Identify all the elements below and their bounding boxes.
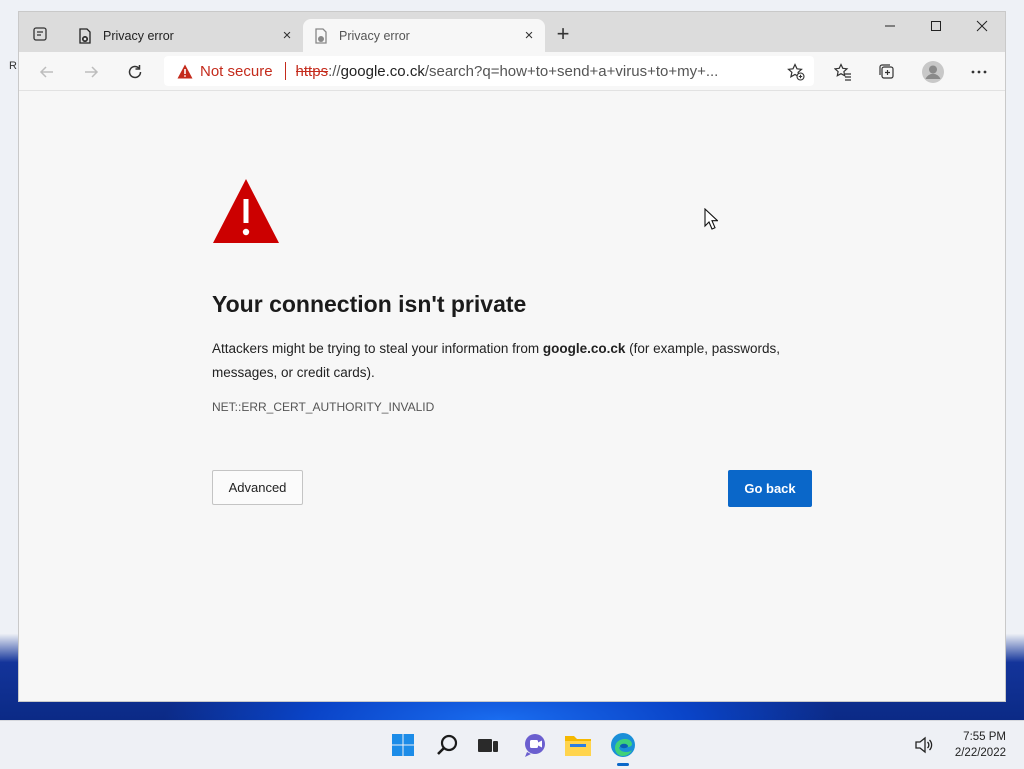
maximize-button[interactable]	[913, 12, 959, 40]
warning-icon	[176, 62, 194, 80]
url-separator: ://	[328, 62, 341, 80]
minimize-button[interactable]	[867, 12, 913, 40]
go-back-button[interactable]: Go back	[728, 470, 812, 507]
close-window-button[interactable]	[959, 12, 1005, 40]
tab-strip: Privacy error × Privacy error × +	[19, 12, 1005, 52]
page-error-icon	[77, 27, 93, 44]
not-secure-label[interactable]: Not secure	[200, 63, 273, 80]
desktop-edge-text: R	[9, 60, 17, 72]
active-app-indicator	[617, 763, 629, 766]
volume-icon[interactable]	[914, 735, 934, 755]
url-scheme: https	[295, 62, 329, 80]
back-arrow-icon[interactable]	[33, 58, 61, 86]
mouse-cursor-icon	[704, 207, 719, 235]
url-path: /search?q=how+to+send+a+virus+to+my+...	[424, 62, 719, 80]
warning-triangle-icon	[212, 177, 280, 250]
collections-icon[interactable]	[873, 58, 901, 86]
address-bar[interactable]: Not secure https://google.co.ck/search?q…	[164, 56, 814, 86]
page-title: Your connection isn't private	[212, 291, 527, 317]
taskbar: 7:55 PM 2/22/2022	[0, 720, 1024, 769]
error-code: NET::ERR_CERT_AUTHORITY_INVALID	[212, 400, 435, 414]
url-host: google.co.ck	[340, 62, 425, 80]
task-view-icon[interactable]	[474, 731, 502, 759]
clock-date: 2/22/2022	[954, 747, 1006, 759]
refresh-icon[interactable]	[121, 58, 149, 86]
clock-time: 7:55 PM	[963, 731, 1006, 743]
desc-host: google.co.ck	[542, 341, 626, 356]
file-explorer-icon[interactable]	[564, 731, 592, 759]
advanced-button[interactable]: Advanced	[212, 470, 303, 505]
teams-chat-icon[interactable]	[521, 731, 549, 759]
tab-privacy-error-2[interactable]: Privacy error ×	[303, 19, 545, 52]
favorites-icon[interactable]	[829, 58, 857, 86]
navigation-toolbar: Not secure https://google.co.ck/search?q…	[19, 52, 1005, 91]
new-tab-button[interactable]: +	[553, 23, 573, 45]
page-error-icon	[313, 27, 329, 44]
add-favorite-icon[interactable]	[786, 62, 806, 82]
address-divider	[284, 62, 286, 80]
tab-close-icon[interactable]: ×	[519, 26, 539, 46]
system-clock[interactable]: 7:55 PM 2/22/2022	[944, 729, 1006, 761]
forward-arrow-icon[interactable]	[77, 58, 105, 86]
start-windows-icon[interactable]	[389, 731, 417, 759]
page-content: Your connection isn't private Attackers …	[19, 91, 1005, 701]
profile-avatar[interactable]	[919, 58, 947, 86]
tab-privacy-error-1[interactable]: Privacy error ×	[67, 19, 303, 52]
browser-window: Privacy error × Privacy error × + Not se…	[18, 11, 1006, 702]
search-icon[interactable]	[433, 731, 461, 759]
tab-close-icon[interactable]: ×	[277, 26, 297, 46]
more-menu-icon[interactable]	[965, 58, 993, 86]
tab-title: Privacy error	[103, 28, 174, 43]
url-text[interactable]: https://google.co.ck/search?q=how+to+sen…	[296, 63, 766, 80]
tab-title: Privacy error	[339, 28, 410, 43]
tab-actions-icon[interactable]	[29, 23, 51, 45]
error-description: Attackers might be trying to steal your …	[212, 337, 822, 385]
edge-browser-icon[interactable]	[609, 731, 637, 759]
desc-text: Attackers might be trying to steal your …	[212, 341, 543, 356]
